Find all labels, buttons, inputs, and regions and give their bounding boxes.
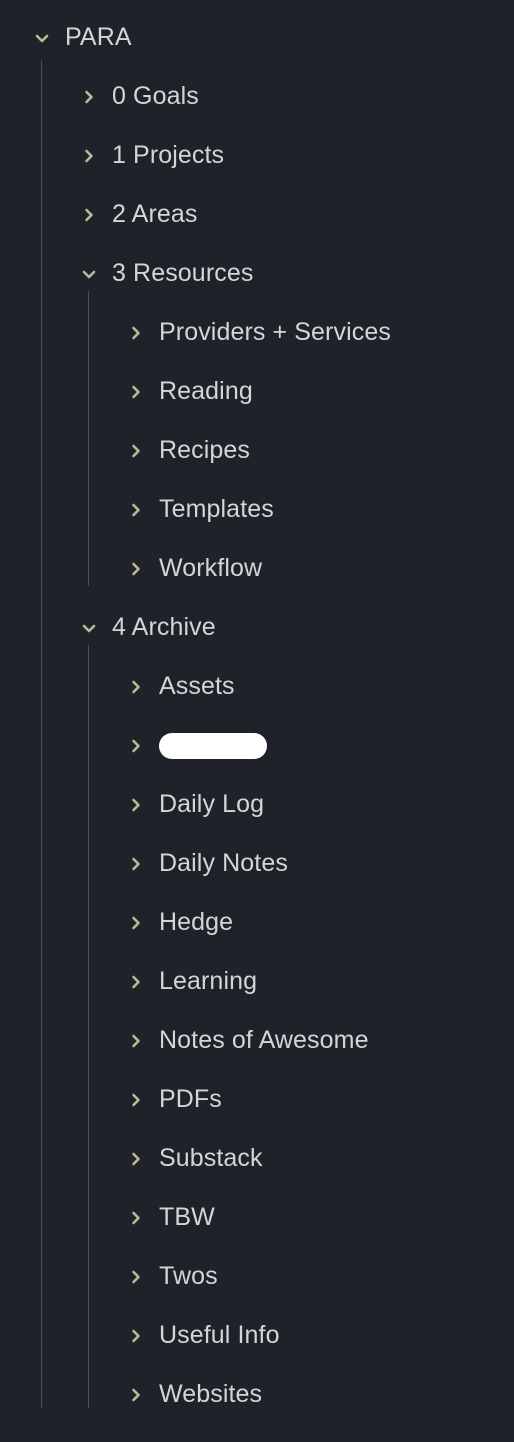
tree-item-label: Workflow — [159, 554, 263, 582]
tree-item-label: Providers + Services — [159, 318, 391, 346]
chevron-right-icon[interactable] — [125, 1266, 147, 1288]
tree-item-label: Daily Notes — [159, 849, 288, 877]
chevron-right-icon[interactable] — [125, 1030, 147, 1052]
chevron-right-icon[interactable] — [125, 440, 147, 462]
chevron-right-icon[interactable] — [125, 1148, 147, 1170]
tree-item-label: 3 Resources — [112, 259, 254, 287]
chevron-right-icon[interactable] — [125, 1384, 147, 1406]
tree-item-label: Recipes — [159, 436, 251, 464]
tree-item-label: 1 Projects — [112, 141, 225, 169]
tree-row-twos[interactable]: Twos — [0, 1247, 514, 1306]
tree-row-daily-log[interactable]: Daily Log — [0, 775, 514, 834]
tree-item-label: Learning — [159, 967, 258, 995]
tree-row-assets[interactable]: Assets — [0, 657, 514, 716]
tree-item-label: Useful Info — [159, 1321, 280, 1349]
chevron-right-icon[interactable] — [125, 1325, 147, 1347]
tree-item-label: PDFs — [159, 1085, 222, 1113]
tree-item-label: Templates — [159, 495, 274, 523]
tree-row-redacted[interactable] — [0, 716, 514, 775]
tree-item-label: 4 Archive — [112, 613, 216, 641]
chevron-right-icon[interactable] — [78, 86, 100, 108]
tree-item-label: Hedge — [159, 908, 234, 936]
tree-row-learning[interactable]: Learning — [0, 952, 514, 1011]
tree-row-para[interactable]: PARA — [0, 8, 514, 67]
tree-row-useful-info[interactable]: Useful Info — [0, 1306, 514, 1365]
tree-row-3-resources[interactable]: 3 Resources — [0, 244, 514, 303]
tree-row-daily-notes[interactable]: Daily Notes — [0, 834, 514, 893]
chevron-right-icon[interactable] — [125, 381, 147, 403]
tree-item-label: Websites — [159, 1380, 263, 1408]
chevron-down-icon[interactable] — [31, 27, 53, 49]
chevron-right-icon[interactable] — [125, 322, 147, 344]
chevron-right-icon[interactable] — [78, 145, 100, 167]
chevron-right-icon[interactable] — [125, 912, 147, 934]
tree-row-1-projects[interactable]: 1 Projects — [0, 126, 514, 185]
tree-item-label: Twos — [159, 1262, 218, 1290]
tree-row-templates[interactable]: Templates — [0, 480, 514, 539]
tree-item-label: PARA — [65, 23, 132, 51]
chevron-right-icon[interactable] — [125, 1207, 147, 1229]
tree-item-label: 0 Goals — [112, 82, 199, 110]
chevron-right-icon[interactable] — [125, 853, 147, 875]
tree-item-label: Daily Log — [159, 790, 265, 818]
chevron-right-icon[interactable] — [125, 499, 147, 521]
chevron-right-icon[interactable] — [78, 204, 100, 226]
tree-row-0-goals[interactable]: 0 Goals — [0, 67, 514, 126]
tree-row-providers-services[interactable]: Providers + Services — [0, 303, 514, 362]
chevron-right-icon[interactable] — [125, 558, 147, 580]
tree-row-notes-of-awesome[interactable]: Notes of Awesome — [0, 1011, 514, 1070]
tree-item-label: 2 Areas — [112, 200, 198, 228]
tree-row-2-areas[interactable]: 2 Areas — [0, 185, 514, 244]
chevron-right-icon[interactable] — [125, 794, 147, 816]
tree-item-label: Notes of Awesome — [159, 1026, 369, 1054]
chevron-right-icon[interactable] — [125, 735, 147, 757]
chevron-right-icon[interactable] — [125, 676, 147, 698]
tree-row-pdfs[interactable]: PDFs — [0, 1070, 514, 1129]
tree-item-label: Assets — [159, 672, 235, 700]
tree-row-substack[interactable]: Substack — [0, 1129, 514, 1188]
tree-row-hedge[interactable]: Hedge — [0, 893, 514, 952]
tree-row-reading[interactable]: Reading — [0, 362, 514, 421]
redacted-label — [159, 732, 267, 759]
chevron-down-icon[interactable] — [78, 617, 100, 639]
tree-row-4-archive[interactable]: 4 Archive — [0, 598, 514, 657]
tree-row-tbw[interactable]: TBW — [0, 1188, 514, 1247]
chevron-right-icon[interactable] — [125, 971, 147, 993]
tree-item-label: TBW — [159, 1203, 215, 1231]
chevron-right-icon[interactable] — [125, 1089, 147, 1111]
tree-row-recipes[interactable]: Recipes — [0, 421, 514, 480]
tree-item-label: Reading — [159, 377, 253, 405]
tree-row-workflow[interactable]: Workflow — [0, 539, 514, 598]
outline-tree: PARA 0 Goals 1 Projects 2 Areas 3 Resources P… — [0, 0, 514, 1442]
chevron-down-icon[interactable] — [78, 263, 100, 285]
tree-item-label: Substack — [159, 1144, 263, 1172]
tree-row-websites[interactable]: Websites — [0, 1365, 514, 1424]
